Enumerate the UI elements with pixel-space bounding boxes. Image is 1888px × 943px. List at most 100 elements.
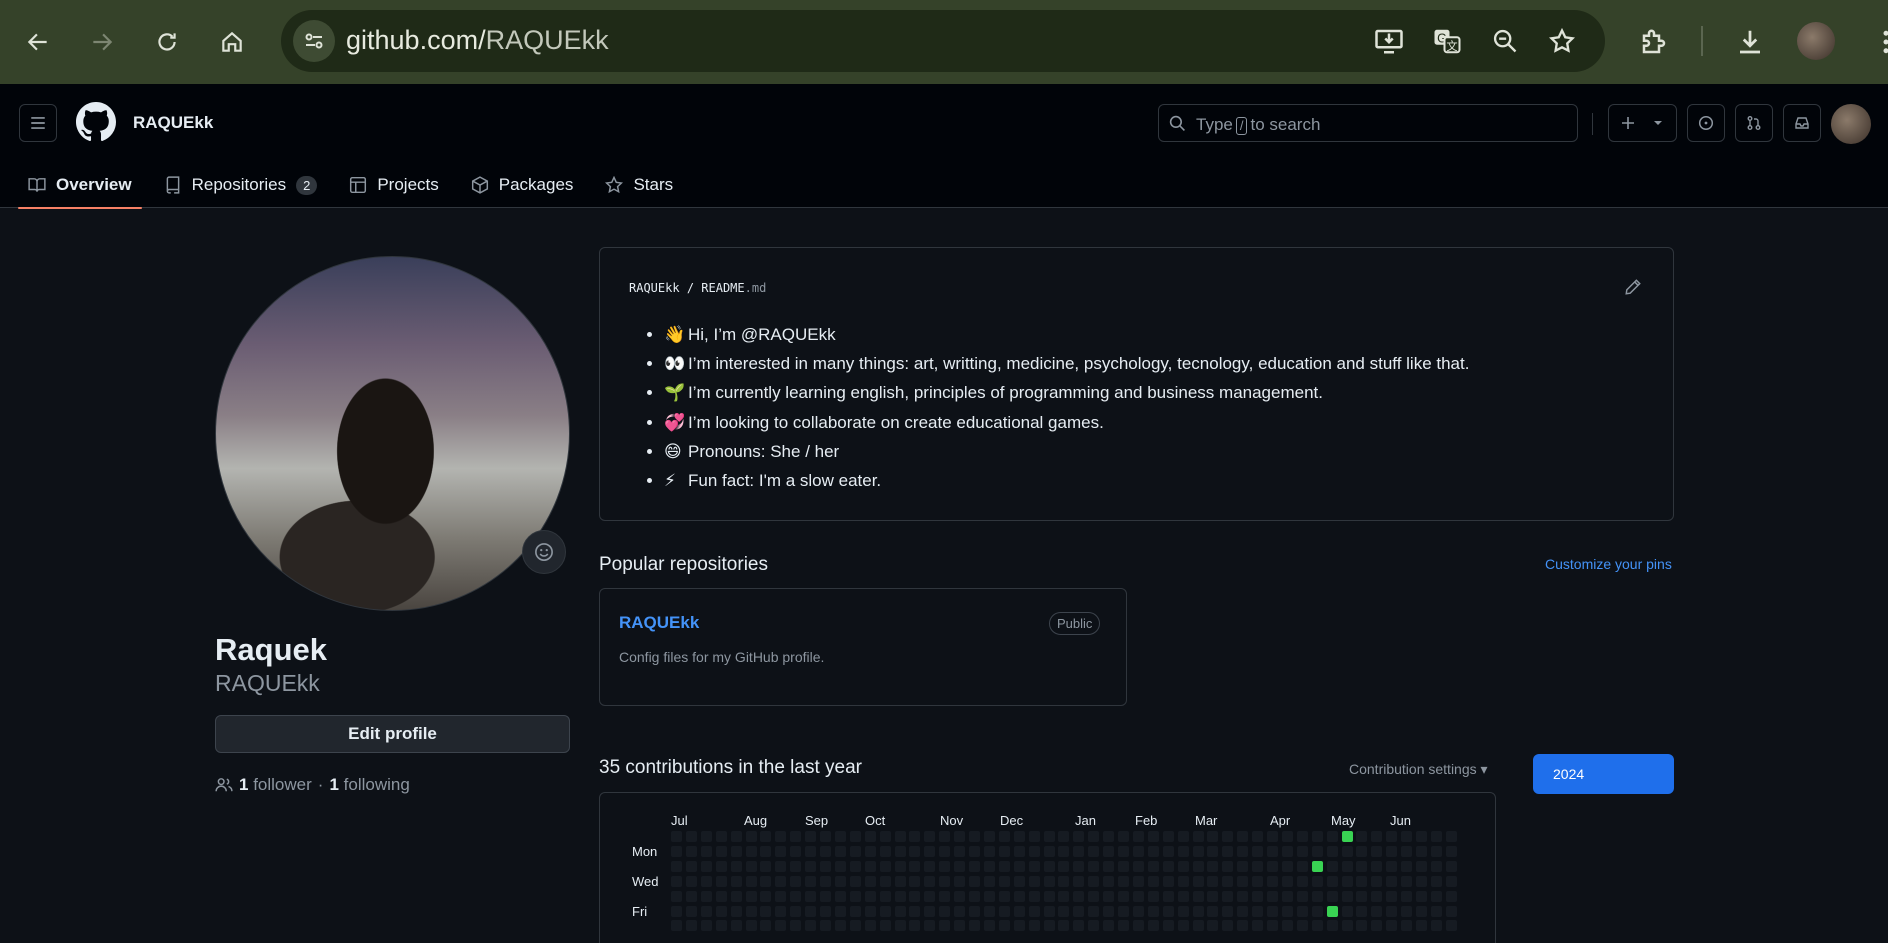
contribution-cell[interactable] [671,831,682,842]
contribution-cell[interactable] [745,831,757,842]
contribution-cell[interactable] [1311,875,1323,887]
contribution-cell[interactable] [1073,920,1085,932]
contribution-cell[interactable] [1013,831,1025,842]
contribution-cell[interactable] [1311,831,1323,842]
contribution-cell[interactable] [1445,920,1457,932]
contribution-cell[interactable] [790,905,802,917]
contribution-cell[interactable] [1371,831,1383,842]
contribution-cell[interactable] [834,875,846,887]
contribution-cell[interactable] [1401,920,1413,932]
contribution-cell[interactable] [864,860,876,872]
contribution-cell[interactable] [864,905,876,917]
contribution-cell[interactable] [820,920,831,932]
contribution-cell[interactable] [730,890,742,902]
contribution-cell[interactable] [1073,905,1085,917]
contribution-cell[interactable] [805,920,817,932]
contribution-cell[interactable] [924,845,936,857]
create-new-button[interactable] [1608,104,1677,142]
contribution-cell[interactable] [1147,875,1159,887]
contribution-cell[interactable] [1028,905,1040,917]
contribution-cell[interactable] [1058,860,1070,872]
contribution-cell[interactable] [1341,875,1353,887]
contribution-cell[interactable] [1147,860,1159,872]
tab-projects[interactable]: Projects [339,162,448,208]
contribution-cell[interactable] [1281,920,1293,932]
profile-avatar[interactable] [215,256,570,611]
contribution-cell[interactable] [1296,890,1308,902]
contribution-cell[interactable] [700,875,712,887]
contribution-cell[interactable] [1416,920,1427,932]
contribution-cell[interactable] [1028,831,1040,842]
contribution-cell[interactable] [939,890,951,902]
contribution-cell[interactable] [1445,905,1457,917]
contribution-cell[interactable] [1237,845,1249,857]
contribution-cell[interactable] [983,860,995,872]
contribution-cell[interactable] [1326,920,1338,932]
contribution-cell[interactable] [1430,831,1442,842]
contribution-cell[interactable] [1281,875,1293,887]
contribution-cell[interactable] [1386,845,1398,857]
contribution-cell[interactable] [745,905,757,917]
contribution-cell[interactable] [1222,845,1234,857]
contribution-cell[interactable] [1430,920,1442,932]
contribution-cell[interactable] [1371,920,1383,932]
contribution-cell[interactable] [1267,890,1278,902]
github-logo-icon[interactable] [76,102,116,142]
header-username[interactable]: RAQUEkk [133,113,213,133]
contribution-cell[interactable] [879,831,891,842]
year-2024-button[interactable]: 2024 [1533,754,1674,794]
contribution-cell[interactable] [760,920,772,932]
contribution-cell[interactable] [1103,860,1115,872]
contribution-cell[interactable] [775,860,787,872]
contribution-cell[interactable] [1281,890,1293,902]
contribution-cell[interactable] [1416,860,1427,872]
contribution-cell[interactable] [1058,845,1070,857]
contribution-cell[interactable] [849,860,861,872]
contribution-cell[interactable] [730,905,742,917]
contribution-cell[interactable] [909,920,921,932]
contribution-cell[interactable] [1058,905,1070,917]
contribution-cell[interactable] [790,875,802,887]
contribution-cell[interactable] [1430,845,1442,857]
contribution-cell[interactable] [685,875,697,887]
contribution-cell[interactable] [969,875,980,887]
issues-button[interactable] [1687,104,1725,142]
contribution-cell[interactable] [715,890,727,902]
contribution-cell[interactable] [1103,875,1115,887]
contribution-cell[interactable] [1207,905,1219,917]
contribution-cell[interactable] [1147,920,1159,932]
contribution-cell[interactable] [1252,875,1264,887]
contribution-cell[interactable] [924,890,936,902]
contribution-cell[interactable] [1118,860,1129,872]
contribution-cell[interactable] [1371,890,1383,902]
contribution-cell[interactable] [1445,860,1457,872]
reload-button[interactable] [143,18,191,66]
contribution-cell[interactable] [939,845,951,857]
contribution-cell[interactable] [909,845,921,857]
forward-button[interactable] [78,18,126,66]
search-input[interactable]: Type / to search [1158,104,1578,142]
contribution-cell[interactable] [1430,875,1442,887]
contribution-cell[interactable] [834,831,846,842]
contribution-cell[interactable] [715,831,727,842]
contribution-cell[interactable] [775,920,787,932]
contribution-cell[interactable] [969,920,980,932]
contribution-cell[interactable] [1267,920,1278,932]
contribution-cell[interactable] [939,905,951,917]
contribution-cell[interactable] [1088,890,1100,902]
contribution-cell[interactable] [730,860,742,872]
contribution-cell[interactable] [805,845,817,857]
contribution-cell[interactable] [1416,831,1427,842]
contribution-cell[interactable] [1252,905,1264,917]
contribution-cell[interactable] [1132,845,1144,857]
contribution-cell[interactable] [1311,905,1323,917]
contribution-cell[interactable] [1326,905,1338,917]
contribution-cell[interactable] [1118,831,1129,842]
pull-requests-button[interactable] [1735,104,1773,142]
contribution-cell[interactable] [1192,920,1204,932]
contribution-cell[interactable] [834,860,846,872]
contribution-cell[interactable] [1118,890,1129,902]
contribution-cell[interactable] [745,890,757,902]
contribution-cell[interactable] [1192,860,1204,872]
contribution-cell[interactable] [1177,920,1189,932]
